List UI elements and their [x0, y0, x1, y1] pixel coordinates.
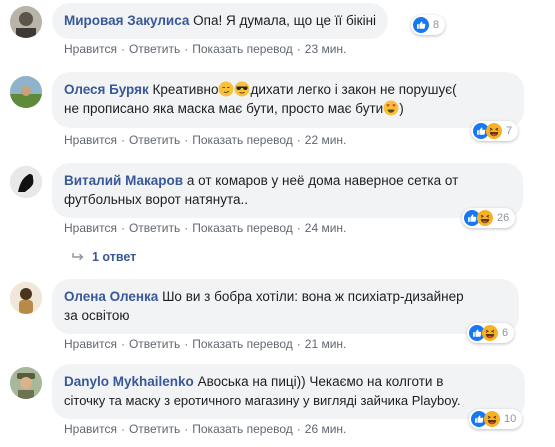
reaction-summary[interactable]: 7 [471, 121, 519, 141]
comment-text: за освітою [64, 308, 130, 323]
haha-icon [486, 123, 502, 139]
avatar-image [10, 367, 42, 399]
comment-text: Опа! Я думала, що це її бікіні [193, 13, 377, 28]
comment-bubble: Виталий Макаров а от комаров у неё дома … [52, 163, 523, 218]
comment-bubble: Олеся Буряк Креативно дихати легко і зако… [52, 72, 524, 128]
separator: · [296, 221, 301, 235]
separator: · [120, 422, 125, 436]
reply-button[interactable]: Ответить [129, 133, 180, 147]
avatar-image [10, 282, 42, 314]
separator: · [184, 133, 189, 147]
reply-button[interactable]: Ответить [129, 42, 180, 56]
like-button[interactable]: Нравится [64, 422, 117, 436]
reaction-summary[interactable]: 8 [411, 15, 446, 35]
like-button[interactable]: Нравится [64, 133, 117, 147]
avatar[interactable] [10, 6, 42, 38]
separator: · [296, 42, 301, 56]
comment-bubble: Danylo Mykhailenko Авоська на пиці)) Чек… [52, 364, 525, 419]
heart-eyes-emoji [383, 100, 399, 116]
translate-button[interactable]: Показать перевод [192, 422, 293, 436]
comment-bubble: Мировая Закулиса Опа! Я думала, що це її… [52, 3, 389, 39]
comment-time[interactable]: 22 мин. [305, 133, 347, 147]
avatar[interactable] [10, 166, 42, 198]
view-replies-link[interactable]: 1 ответ [72, 250, 136, 264]
separator: · [296, 422, 301, 436]
avatar[interactable] [10, 367, 42, 399]
comment-actions: Нравится · Ответить · Показать перевод · 21 ми… [64, 337, 346, 351]
translate-button[interactable]: Показать перевод [192, 221, 293, 235]
reaction-count: 10 [504, 413, 517, 425]
separator: · [184, 221, 189, 235]
separator: · [120, 221, 125, 235]
reply-button[interactable]: Ответить [129, 422, 180, 436]
reaction-count: 26 [497, 212, 510, 224]
avatar[interactable] [10, 282, 42, 314]
comment-actions: Нравится · Ответить · Показать перевод · 26 ми… [64, 422, 346, 436]
comment-text: Авоська на пиці)) Чекаємо на колготи в [197, 374, 444, 389]
comment-text-part: ) [399, 101, 404, 116]
avatar[interactable] [10, 76, 42, 108]
comment-text-part: дихати легко і закон не порушує( [250, 82, 457, 97]
comment-time[interactable]: 21 мин. [305, 337, 347, 351]
comment-actions: Нравится · Ответить · Показать перевод · 24 ми… [64, 221, 346, 235]
like-icon [413, 17, 429, 33]
avatar-image [10, 166, 42, 198]
reaction-count: 8 [433, 19, 440, 31]
comment-author[interactable]: Мировая Закулиса [64, 13, 189, 28]
comment-text: футбольных ворот натянута.. [64, 192, 248, 207]
reply-button[interactable]: Ответить [129, 221, 180, 235]
sunglasses-emoji [234, 81, 250, 97]
reply-button[interactable]: Ответить [129, 337, 180, 351]
comment-text: а от комаров у неё дома наверное сетка о… [186, 173, 459, 188]
comment-time[interactable]: 26 мин. [305, 422, 347, 436]
reply-arrow-icon [72, 253, 84, 261]
like-button[interactable]: Нравится [64, 337, 117, 351]
reaction-summary[interactable]: 6 [467, 323, 515, 343]
separator: · [120, 42, 125, 56]
translate-button[interactable]: Показать перевод [192, 337, 293, 351]
comment-bubble: Олена Оленка Шо ви з бобра хотіли: вона … [52, 279, 519, 334]
comment-text: Шо ви з бобра хотіли: вона ж психіатр-ди… [162, 289, 464, 304]
separator: · [184, 42, 189, 56]
translate-button[interactable]: Показать перевод [192, 42, 293, 56]
separator: · [184, 337, 189, 351]
reaction-summary[interactable]: 10 [469, 409, 523, 429]
comment-author[interactable]: Виталий Макаров [64, 173, 183, 188]
comment-text-part: Креативно [152, 82, 219, 97]
comment-actions: Нравится · Ответить · Показать перевод · 23 ми… [64, 42, 346, 56]
comment-text: сіточку та маску з еротичного магазину у… [64, 393, 461, 408]
comment-author[interactable]: Олеся Буряк [64, 82, 149, 97]
separator: · [296, 133, 301, 147]
avatar-image [10, 76, 42, 108]
comment-text-part: не прописано яка маска має бути, просто … [64, 101, 384, 116]
comment-time[interactable]: 24 мин. [305, 221, 347, 235]
translate-button[interactable]: Показать перевод [192, 133, 293, 147]
separator: · [296, 337, 301, 351]
avatar-image [10, 6, 42, 38]
haha-icon [484, 411, 500, 427]
separator: · [120, 337, 125, 351]
replies-count: 1 ответ [92, 250, 137, 264]
comment-actions: Нравится · Ответить · Показать перевод · 22 ми… [64, 133, 346, 147]
haha-icon [477, 210, 493, 226]
smirk-emoji [218, 81, 234, 97]
comment-author[interactable]: Danylo Mykhailenko [64, 374, 194, 389]
reaction-summary[interactable]: 26 [462, 208, 516, 228]
reaction-count: 7 [506, 125, 513, 137]
reaction-count: 6 [502, 327, 509, 339]
separator: · [184, 422, 189, 436]
separator: · [120, 133, 125, 147]
comment-time[interactable]: 23 мин. [305, 42, 347, 56]
like-button[interactable]: Нравится [64, 42, 117, 56]
like-button[interactable]: Нравится [64, 221, 117, 235]
comment-author[interactable]: Олена Оленка [64, 289, 158, 304]
haha-icon [482, 325, 498, 341]
